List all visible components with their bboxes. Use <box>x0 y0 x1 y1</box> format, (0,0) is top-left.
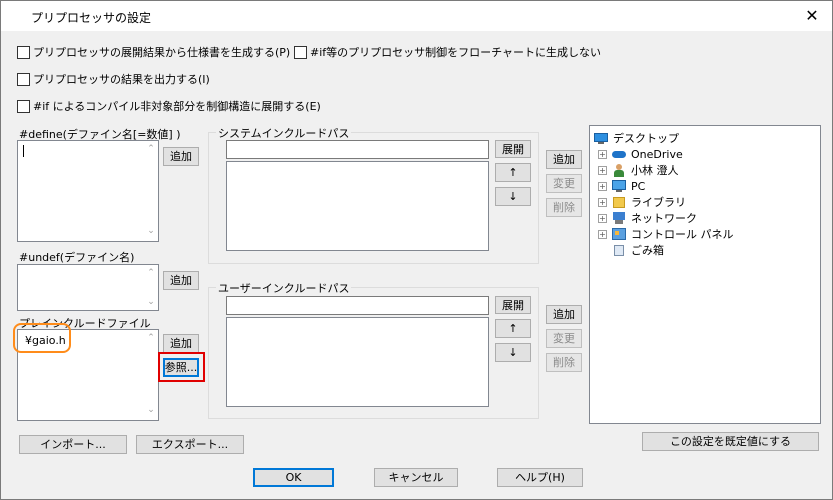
tree-node-recycle-bin[interactable]: ごみ箱 <box>611 242 664 258</box>
user-expand-button[interactable]: 展開 <box>495 296 531 314</box>
preinclude-scrollbar[interactable]: ⌃ ⌄ <box>144 330 158 420</box>
system-change-button[interactable]: 変更 <box>546 174 582 193</box>
arrow-down-icon: ↓ <box>508 190 518 203</box>
import-button[interactable]: インポート... <box>19 435 127 454</box>
cloud-icon <box>611 147 627 161</box>
undef-add-button[interactable]: 追加 <box>163 271 199 290</box>
expand-icon[interactable]: + <box>598 149 607 159</box>
tree-node-control-panel[interactable]: + コントロール パネル <box>598 226 734 242</box>
scroll-down-icon[interactable]: ⌄ <box>147 298 155 307</box>
user-include-label: ユーザーインクルードパス <box>216 280 352 296</box>
set-default-button[interactable]: この設定を既定値にする <box>642 432 819 451</box>
user-up-button[interactable]: ↑ <box>495 319 531 338</box>
expand-if-label: #if によるコンパイル非対象部分を制御構造に展開する(E) <box>33 100 321 113</box>
computer-icon <box>611 179 627 193</box>
arrow-up-icon: ↑ <box>508 166 518 179</box>
arrow-up-icon: ↑ <box>508 322 518 335</box>
checkbox-box[interactable] <box>17 99 30 113</box>
help-button[interactable]: ヘルプ(H) <box>497 468 583 487</box>
arrow-down-icon: ↓ <box>508 346 518 359</box>
system-down-button[interactable]: ↓ <box>495 187 531 206</box>
scroll-down-icon[interactable]: ⌄ <box>147 227 155 236</box>
control-panel-icon <box>611 227 627 241</box>
ok-button[interactable]: OK <box>253 468 334 487</box>
tree-node-network[interactable]: + ネットワーク <box>598 210 697 226</box>
undef-input[interactable]: ⌃ ⌄ <box>17 264 159 311</box>
tree-node-label: コントロール パネル <box>631 228 734 241</box>
desktop-icon <box>593 131 609 145</box>
text-cursor <box>23 145 24 157</box>
expand-icon[interactable]: + <box>598 197 607 207</box>
system-include-path-field[interactable] <box>226 140 489 159</box>
tree-node-label: ネットワーク <box>631 212 697 225</box>
system-add-button[interactable]: 追加 <box>546 150 582 169</box>
user-include-path-field[interactable] <box>226 296 489 315</box>
highlight-preinclude-item <box>13 323 71 353</box>
scroll-up-icon[interactable]: ⌃ <box>147 145 155 154</box>
user-icon <box>611 163 627 177</box>
system-up-button[interactable]: ↑ <box>495 163 531 182</box>
define-scrollbar[interactable]: ⌃ ⌄ <box>144 141 158 241</box>
scroll-down-icon[interactable]: ⌄ <box>147 406 155 415</box>
tree-node-label: ごみ箱 <box>631 244 664 257</box>
tree-node-label: PC <box>631 179 646 193</box>
cancel-button[interactable]: キャンセル <box>374 468 458 487</box>
undef-scrollbar[interactable]: ⌃ ⌄ <box>144 265 158 310</box>
gen-spec-label: プリプロセッサの展開結果から仕様書を生成する(P) <box>33 46 291 59</box>
output-result-label: プリプロセッサの結果を出力する(I) <box>33 73 210 86</box>
system-include-list[interactable] <box>226 161 489 251</box>
tree-node-onedrive[interactable]: + OneDrive <box>598 146 683 162</box>
define-input[interactable]: ⌃ ⌄ <box>17 140 159 242</box>
scroll-up-icon[interactable]: ⌃ <box>147 269 155 278</box>
user-delete-button[interactable]: 削除 <box>546 353 582 372</box>
user-down-button[interactable]: ↓ <box>495 343 531 362</box>
tree-node-label: デスクトップ <box>613 132 679 145</box>
recycle-bin-icon <box>611 243 627 257</box>
expand-icon[interactable]: + <box>598 165 607 175</box>
tree-node-pc[interactable]: + PC <box>598 178 645 194</box>
expand-icon[interactable]: + <box>598 229 607 239</box>
system-delete-button[interactable]: 削除 <box>546 198 582 217</box>
output-result-checkbox[interactable]: プリプロセッサの結果を出力する(I) <box>17 71 210 87</box>
user-include-list[interactable] <box>226 317 489 407</box>
library-icon <box>611 195 627 209</box>
preprocessor-settings-dialog: プリプロセッサの設定 ✕ プリプロセッサの展開結果から仕様書を生成する(P) #… <box>0 0 833 500</box>
window-title: プリプロセッサの設定 <box>31 11 152 25</box>
gen-spec-checkbox[interactable]: プリプロセッサの展開結果から仕様書を生成する(P) <box>17 44 290 60</box>
tree-node-user[interactable]: + 小林 澄人 <box>598 162 679 178</box>
checkbox-box[interactable] <box>17 72 30 86</box>
highlight-browse-button <box>158 352 205 382</box>
close-icon[interactable]: ✕ <box>798 4 826 28</box>
define-add-button[interactable]: 追加 <box>163 147 199 166</box>
system-include-label: システムインクルードパス <box>216 125 352 141</box>
user-add-button[interactable]: 追加 <box>546 305 582 324</box>
scroll-up-icon[interactable]: ⌃ <box>147 334 155 343</box>
export-button[interactable]: エクスポート... <box>136 435 244 454</box>
tree-node-label: 小林 澄人 <box>631 164 679 177</box>
checkbox-box[interactable] <box>17 45 30 59</box>
tree-node-label: OneDrive <box>631 147 683 161</box>
no-flowchart-checkbox[interactable]: #if等のプリプロセッサ制御をフローチャートに生成しない <box>294 44 601 60</box>
expand-if-checkbox[interactable]: #if によるコンパイル非対象部分を制御構造に展開する(E) <box>17 98 321 114</box>
system-expand-button[interactable]: 展開 <box>495 140 531 158</box>
preinclude-add-button[interactable]: 追加 <box>163 334 199 353</box>
undef-label: #undef(デファイン名) <box>19 251 135 264</box>
user-change-button[interactable]: 変更 <box>546 329 582 348</box>
expand-icon[interactable]: + <box>598 181 607 191</box>
network-icon <box>611 211 627 225</box>
folder-tree[interactable]: デスクトップ + OneDrive + 小林 澄人 + PC + ライブラリ +… <box>589 125 821 424</box>
title-bar: プリプロセッサの設定 ✕ <box>1 1 832 31</box>
tree-node-desktop[interactable]: デスクトップ <box>593 130 679 146</box>
tree-node-library[interactable]: + ライブラリ <box>598 194 686 210</box>
tree-node-label: ライブラリ <box>631 196 686 209</box>
checkbox-box[interactable] <box>294 45 307 59</box>
expand-icon[interactable]: + <box>598 213 607 223</box>
no-flowchart-label: #if等のプリプロセッサ制御をフローチャートに生成しない <box>310 46 602 59</box>
